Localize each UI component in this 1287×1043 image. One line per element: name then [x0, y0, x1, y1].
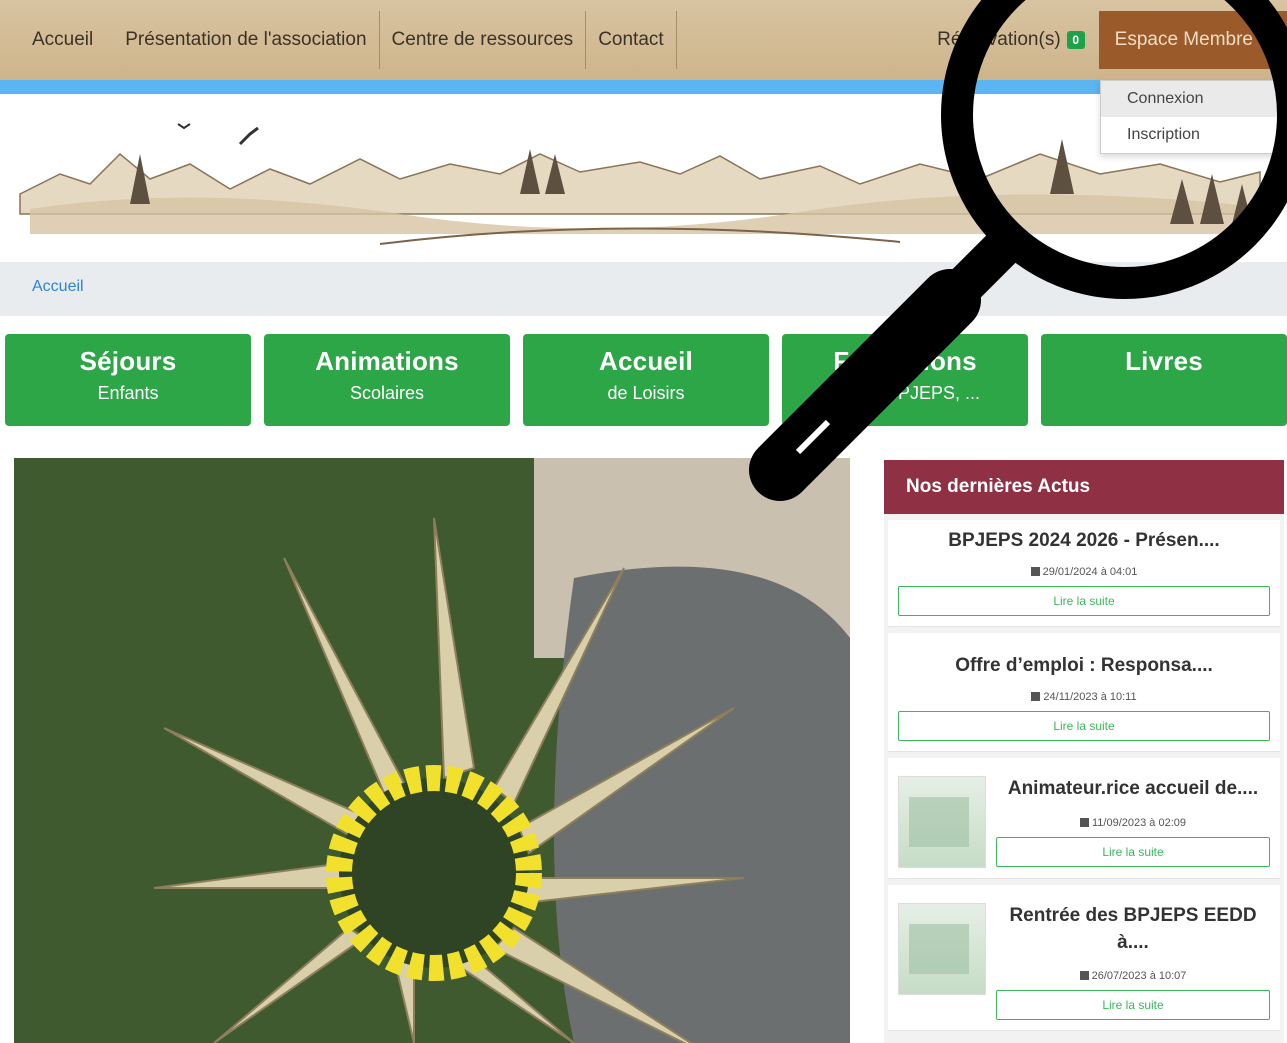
news-thumbnail[interactable]: [898, 903, 986, 995]
latest-news-panel: Nos dernières Actus BPJEPS 2024 2026 - P…: [884, 460, 1284, 1043]
calendar-icon: [1080, 817, 1089, 827]
nav-presentation[interactable]: Présentation de l'association: [113, 11, 380, 69]
calendar-icon: [1031, 692, 1041, 701]
tile-title: Animations: [315, 346, 459, 376]
news-title: BPJEPS 2024 2026 - Présen....: [948, 530, 1220, 551]
breadcrumb-home-link[interactable]: Accueil: [32, 278, 84, 295]
news-card: Animateur.rice accueil de.... 11/09/2023…: [888, 758, 1280, 879]
tile-subtitle: BAFA, BPJEPS, ...: [829, 383, 981, 403]
news-title: Offre d’emploi : Responsa....: [955, 655, 1213, 676]
news-date: 24/11/2023 à 10:11: [898, 691, 1270, 703]
featured-photo: [14, 458, 850, 1043]
tile-title: Séjours: [79, 346, 177, 376]
tile-accueil-loisirs[interactable]: Accueil de Loisirs: [523, 334, 769, 426]
reservations-label: Réservation(s): [937, 29, 1061, 50]
tile-title: Formations: [833, 346, 977, 376]
nav-ressources[interactable]: Centre de ressources: [380, 11, 587, 69]
tile-subtitle: Scolaires: [349, 383, 425, 403]
news-thumbnail[interactable]: [898, 776, 986, 868]
news-card: Rentrée des BPJEPS EEDD à.... 26/07/2023…: [888, 885, 1280, 1032]
news-title: Rentrée des BPJEPS EEDD à....: [1009, 905, 1257, 953]
news-title: Animateur.rice accueil de....: [1007, 778, 1259, 799]
calendar-icon: [1030, 567, 1040, 576]
member-area-dropdown-toggle[interactable]: Espace Membre: [1098, 11, 1287, 69]
tile-sejours[interactable]: Séjours Enfants: [5, 334, 251, 426]
breadcrumb: Accueil: [0, 262, 1287, 316]
news-heading: Nos dernières Actus: [884, 460, 1284, 514]
category-tiles: Séjours Enfants Animations Scolaires Acc…: [5, 334, 1287, 426]
tile-title: Livres: [1125, 346, 1203, 376]
nav-accueil[interactable]: Accueil: [0, 11, 113, 69]
landscape-banner: [0, 94, 1287, 262]
dropdown-item-inscription[interactable]: Inscription: [1101, 117, 1279, 153]
landscape-illustration: [19, 123, 1261, 245]
read-more-button[interactable]: Lire la suite: [996, 990, 1270, 1021]
reservations-count-badge: 0: [1066, 31, 1085, 49]
dropdown-item-connexion[interactable]: Connexion: [1101, 81, 1279, 117]
tile-livres[interactable]: Livres: [1041, 334, 1287, 426]
read-more-button[interactable]: Lire la suite: [898, 586, 1270, 616]
news-card: BPJEPS 2024 2026 - Présen.... 29/01/2024…: [888, 520, 1280, 627]
tile-subtitle: de Loisirs: [607, 383, 685, 403]
calendar-icon: [1079, 971, 1089, 981]
news-date: 11/09/2023 à 02:09: [996, 817, 1270, 829]
read-more-button[interactable]: Lire la suite: [996, 836, 1270, 867]
top-navigation: Accueil Présentation de l'association Ce…: [0, 0, 1287, 80]
member-area-label: Espace Membre: [1114, 29, 1253, 50]
tile-formations[interactable]: Formations BAFA, BPJEPS, ...: [782, 334, 1028, 426]
tile-title: Accueil: [599, 346, 693, 376]
nav-contact[interactable]: Contact: [586, 11, 677, 69]
news-date: 29/01/2024 à 04:01: [898, 566, 1270, 578]
read-more-button[interactable]: Lire la suite: [898, 711, 1270, 741]
news-card: Offre d’emploi : Responsa.... 24/11/2023…: [888, 633, 1280, 752]
member-dropdown-menu: Connexion Inscription: [1100, 80, 1280, 154]
caret-down-icon: [1261, 37, 1271, 43]
reservations-link[interactable]: Réservation(s) 0: [937, 29, 1085, 51]
page: Accueil Présentation de l'association Ce…: [0, 0, 1287, 1043]
blue-accent-bar: [0, 80, 1287, 94]
land-art-sun-image: [14, 458, 850, 1043]
news-date: 26/07/2023 à 10:07: [996, 970, 1270, 982]
tile-animations[interactable]: Animations Scolaires: [264, 334, 510, 426]
tile-subtitle: Enfants: [97, 383, 159, 403]
